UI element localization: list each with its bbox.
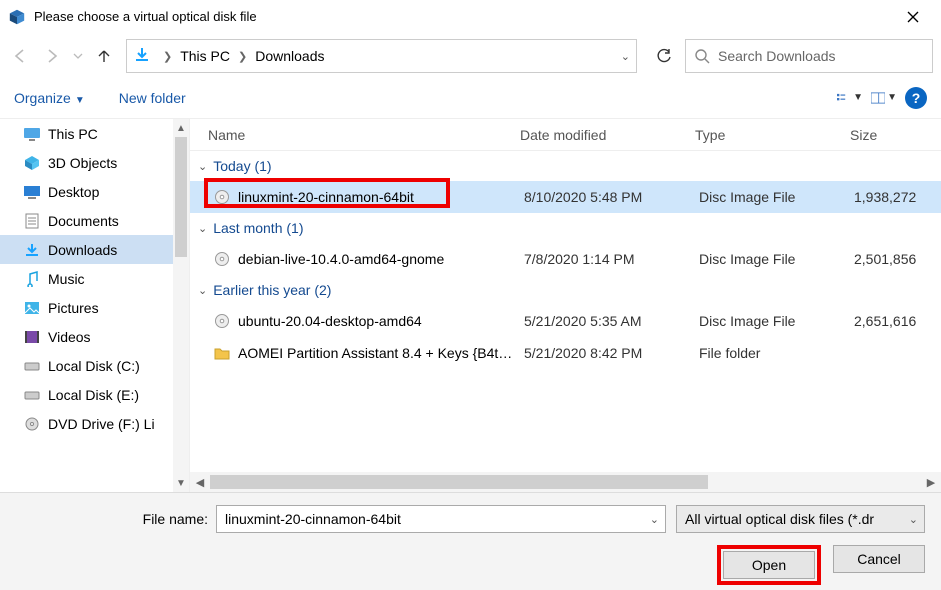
recent-dropdown[interactable] <box>70 42 86 70</box>
app-cube-icon <box>8 8 26 26</box>
preview-pane-button[interactable]: ▼ <box>871 87 897 109</box>
filename-input[interactable]: linuxmint-20-cinnamon-64bit ⌄ <box>216 505 666 533</box>
organize-menu[interactable]: Organize▼ <box>14 90 85 106</box>
pc-icon <box>22 124 42 144</box>
chevron-down-icon[interactable]: ⌄ <box>621 50 630 63</box>
file-row-debian[interactable]: debian-live-10.4.0-amd64-gnome 7/8/2020 … <box>190 243 941 275</box>
scroll-down-icon[interactable]: ▼ <box>173 474 189 492</box>
sidebar-item-3d-objects[interactable]: 3D Objects <box>0 148 189 177</box>
body: This PC 3D Objects Desktop Documents Dow… <box>0 118 941 492</box>
sidebar-item-documents[interactable]: Documents <box>0 206 189 235</box>
search-icon <box>694 48 710 64</box>
sidebar-item-pictures[interactable]: Pictures <box>0 293 189 322</box>
dvd-icon <box>22 414 42 434</box>
caret-down-icon: ▼ <box>75 95 85 106</box>
help-button[interactable]: ? <box>905 87 927 109</box>
sidebar-item-this-pc[interactable]: This PC <box>0 119 189 148</box>
chevron-down-icon: ⌄ <box>198 160 207 173</box>
chevron-right-icon: ❯ <box>234 50 251 63</box>
footer: File name: linuxmint-20-cinnamon-64bit ⌄… <box>0 492 941 590</box>
new-folder-button[interactable]: New folder <box>119 90 186 106</box>
highlight-selected-file <box>204 178 450 208</box>
up-button[interactable] <box>90 42 118 70</box>
chevron-down-icon[interactable]: ⌄ <box>909 513 918 526</box>
file-type-filter[interactable]: All virtual optical disk files (*.dr ⌄ <box>676 505 925 533</box>
file-row-aomei[interactable]: AOMEI Partition Assistant 8.4 + Keys {B4… <box>190 337 941 369</box>
scroll-thumb[interactable] <box>175 137 187 257</box>
forward-button[interactable] <box>38 42 66 70</box>
documents-icon <box>22 211 42 231</box>
chevron-right-icon: ❯ <box>159 50 176 63</box>
pictures-icon <box>22 298 42 318</box>
refresh-button[interactable] <box>647 39 681 73</box>
downloads-path-icon <box>133 46 153 66</box>
open-button[interactable]: Open <box>723 551 815 579</box>
chevron-down-icon: ⌄ <box>198 222 207 235</box>
back-button[interactable] <box>6 42 34 70</box>
search-input[interactable]: Search Downloads <box>685 39 933 73</box>
column-name[interactable]: Name <box>190 127 520 143</box>
group-header[interactable]: ⌄ Earlier this year (2) <box>190 275 941 305</box>
file-list-pane: Name Date modified Type Size ⌄ Today (1)… <box>190 119 941 492</box>
scroll-thumb[interactable] <box>210 475 708 489</box>
disc-image-icon <box>212 249 232 269</box>
sidebar: This PC 3D Objects Desktop Documents Dow… <box>0 119 190 492</box>
sidebar-item-dvd-drive[interactable]: DVD Drive (F:) Li <box>0 409 189 438</box>
chevron-down-icon: ⌄ <box>198 284 207 297</box>
scroll-up-icon[interactable]: ▲ <box>173 119 189 137</box>
horizontal-scrollbar[interactable]: ◀ ▶ <box>190 472 941 492</box>
chevron-down-icon[interactable]: ⌄ <box>650 513 659 526</box>
group-header[interactable]: ⌄ Last month (1) <box>190 213 941 243</box>
disc-image-icon <box>212 311 232 331</box>
toolbar: Organize▼ New folder ▼ ▼ ? <box>0 78 941 118</box>
file-row-ubuntu[interactable]: ubuntu-20.04-desktop-amd64 5/21/2020 5:3… <box>190 305 941 337</box>
search-placeholder: Search Downloads <box>718 48 836 64</box>
music-icon <box>22 269 42 289</box>
close-button[interactable] <box>893 3 933 31</box>
scroll-right-icon[interactable]: ▶ <box>921 476 941 489</box>
nav-bar: ❯ This PC ❯ Downloads ⌄ Search Downloads <box>0 34 941 78</box>
column-headers: Name Date modified Type Size <box>190 119 941 151</box>
cancel-button[interactable]: Cancel <box>833 545 925 573</box>
sidebar-item-videos[interactable]: Videos <box>0 322 189 351</box>
videos-icon <box>22 327 42 347</box>
desktop-icon <box>22 182 42 202</box>
column-date[interactable]: Date modified <box>520 127 695 143</box>
filename-label: File name: <box>16 511 216 527</box>
view-mode-button[interactable]: ▼ <box>837 87 863 109</box>
column-size[interactable]: Size <box>850 127 941 143</box>
downloads-icon <box>22 240 42 260</box>
column-type[interactable]: Type <box>695 127 850 143</box>
cube-icon <box>22 153 42 173</box>
highlight-open-button: Open <box>717 545 821 585</box>
breadcrumb-folder[interactable]: Downloads <box>251 46 328 66</box>
window-title: Please choose a virtual optical disk fil… <box>34 9 893 24</box>
disk-icon <box>22 356 42 376</box>
folder-icon <box>212 343 232 363</box>
sidebar-item-local-disk-e[interactable]: Local Disk (E:) <box>0 380 189 409</box>
group-header[interactable]: ⌄ Today (1) <box>190 151 941 181</box>
scroll-left-icon[interactable]: ◀ <box>190 476 210 489</box>
disk-icon <box>22 385 42 405</box>
sidebar-scrollbar[interactable]: ▲ ▼ <box>173 119 189 492</box>
breadcrumb-root[interactable]: This PC <box>176 46 234 66</box>
sidebar-item-downloads[interactable]: Downloads <box>0 235 189 264</box>
sidebar-item-music[interactable]: Music <box>0 264 189 293</box>
breadcrumb-bar[interactable]: ❯ This PC ❯ Downloads ⌄ <box>126 39 637 73</box>
sidebar-item-desktop[interactable]: Desktop <box>0 177 189 206</box>
sidebar-item-local-disk-c[interactable]: Local Disk (C:) <box>0 351 189 380</box>
title-bar: Please choose a virtual optical disk fil… <box>0 0 941 34</box>
